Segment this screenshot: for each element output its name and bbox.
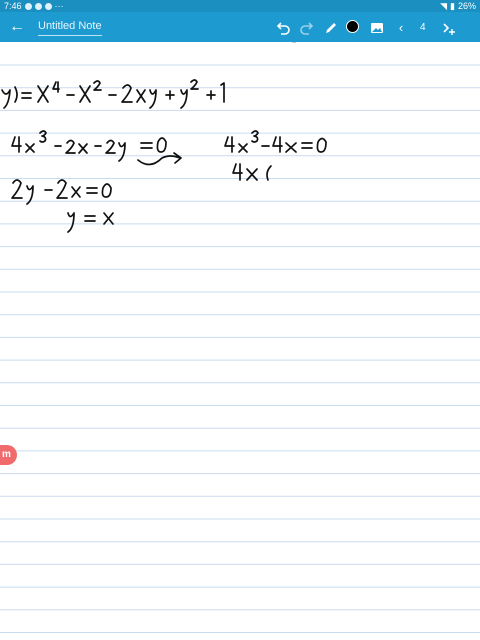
page-number: 4 — [420, 22, 426, 33]
note-title[interactable]: Untitled Note — [38, 18, 102, 36]
handwriting — [1, 42, 327, 233]
note-canvas[interactable] — [0, 42, 480, 640]
chevron-left-icon[interactable]: ‹ — [392, 19, 410, 37]
pen-icon[interactable] — [322, 19, 340, 37]
more-dots-icon: ··· — [54, 1, 64, 11]
notification-icon — [44, 2, 52, 10]
notification-icon — [34, 2, 42, 10]
app-bar: ← Untitled Note ‹ 4 — [0, 12, 480, 42]
battery-icon: ▮ — [450, 1, 455, 11]
wifi-icon: ◥ — [440, 1, 448, 11]
status-time: 7:46 — [4, 1, 22, 11]
status-bar: 7:46 ··· ◥ ▮ 26% — [0, 0, 480, 12]
notification-icon — [24, 2, 32, 10]
battery-percent: 26% — [457, 1, 476, 11]
image-icon[interactable] — [368, 19, 386, 37]
arrow-left-icon[interactable]: ← — [9, 17, 25, 37]
redo-icon[interactable] — [298, 19, 316, 37]
add-page-icon[interactable] — [440, 19, 458, 37]
color-swatch[interactable] — [346, 20, 359, 33]
undo-icon[interactable] — [274, 19, 292, 37]
